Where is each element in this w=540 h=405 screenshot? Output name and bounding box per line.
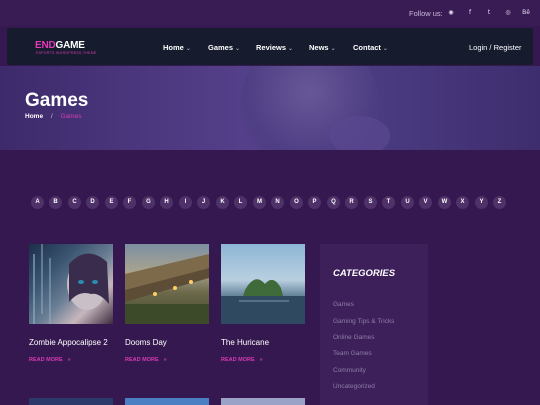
zombie-artwork bbox=[33, 244, 109, 324]
chevron-down-icon: ⌄ bbox=[382, 46, 388, 52]
letter-filter-r[interactable]: R bbox=[345, 196, 358, 209]
category-link[interactable]: Gaming Tips & Tricks bbox=[333, 318, 394, 325]
game-title[interactable]: Dooms Day bbox=[125, 338, 167, 347]
categories-title: CATEGORIES bbox=[333, 268, 396, 279]
breadcrumb-current: Games bbox=[60, 113, 82, 120]
category-link[interactable]: Community bbox=[333, 367, 366, 374]
letter-filter-n[interactable]: N bbox=[271, 196, 284, 209]
category-link[interactable]: Uncategorized bbox=[333, 383, 375, 390]
letter-filter-m[interactable]: M bbox=[253, 196, 266, 209]
page-title: Games bbox=[25, 90, 89, 111]
castle-artwork bbox=[125, 254, 209, 324]
read-more-link[interactable]: READ MORE» bbox=[29, 357, 71, 363]
island-artwork bbox=[221, 279, 305, 324]
login-register-link[interactable]: Login / Register bbox=[469, 43, 522, 52]
nav-home[interactable]: Home ⌄ bbox=[163, 43, 191, 52]
letter-filter-i[interactable]: I bbox=[179, 196, 192, 209]
facebook-icon[interactable]: f bbox=[465, 8, 475, 18]
game-thumbnail[interactable] bbox=[125, 398, 209, 405]
nav-games[interactable]: Games ⌄ bbox=[208, 43, 240, 52]
letter-filter-v[interactable]: V bbox=[419, 196, 432, 209]
game-thumbnail[interactable] bbox=[125, 244, 209, 324]
game-thumbnail[interactable] bbox=[221, 244, 305, 324]
follow-us-label: Follow us: bbox=[409, 9, 443, 18]
hero-background-art bbox=[330, 116, 390, 150]
game-title[interactable]: Zombie Appocalipse 2 bbox=[29, 338, 108, 347]
letter-filter-j[interactable]: J bbox=[197, 196, 210, 209]
chevron-down-icon: ⌄ bbox=[288, 46, 294, 52]
letter-filter-l[interactable]: L bbox=[234, 196, 247, 209]
category-link[interactable]: Team Games bbox=[333, 350, 372, 357]
game-thumbnail[interactable] bbox=[29, 398, 113, 405]
logo-tagline: ESPORTS WORDPRESS THEME bbox=[36, 51, 97, 55]
letter-filter-a[interactable]: A bbox=[31, 196, 44, 209]
letter-filter-b[interactable]: B bbox=[49, 196, 62, 209]
letter-filter-z[interactable]: Z bbox=[493, 196, 506, 209]
letter-filter-y[interactable]: Y bbox=[475, 196, 488, 209]
behance-icon[interactable]: Bē bbox=[521, 8, 531, 18]
breadcrumb-separator: / bbox=[50, 113, 53, 120]
read-more-link[interactable]: READ MORE» bbox=[221, 357, 263, 363]
twitter-icon[interactable]: t bbox=[484, 8, 494, 18]
instagram-icon[interactable]: ◎ bbox=[503, 8, 513, 18]
letter-filter-f[interactable]: F bbox=[123, 196, 136, 209]
nav-contact[interactable]: Contact ⌄ bbox=[353, 43, 388, 52]
category-link[interactable]: Games bbox=[333, 301, 354, 308]
game-thumbnail[interactable] bbox=[29, 244, 113, 324]
game-thumbnail[interactable] bbox=[221, 398, 305, 405]
double-chevron-right-icon: » bbox=[163, 357, 167, 363]
dribbble-icon[interactable]: ◉ bbox=[446, 8, 456, 18]
letter-filter-h[interactable]: H bbox=[160, 196, 173, 209]
letter-filter-k[interactable]: K bbox=[216, 196, 229, 209]
game-title[interactable]: The Huricane bbox=[221, 338, 269, 347]
breadcrumb-home[interactable]: Home bbox=[25, 113, 43, 120]
letter-filter-x[interactable]: X bbox=[456, 196, 469, 209]
page-hero: Games Home / Games bbox=[0, 66, 540, 150]
letter-filter-w[interactable]: W bbox=[438, 196, 451, 209]
letter-filter-g[interactable]: G bbox=[142, 196, 155, 209]
breadcrumb: Home / Games bbox=[25, 113, 81, 120]
letter-filter-o[interactable]: O bbox=[290, 196, 303, 209]
letter-filter-c[interactable]: C bbox=[68, 196, 81, 209]
top-bar: Follow us: ◉ f t ◎ Bē bbox=[0, 0, 540, 26]
chevron-down-icon: ⌄ bbox=[330, 46, 336, 52]
chevron-down-icon: ⌄ bbox=[185, 46, 191, 52]
letter-filter-q[interactable]: Q bbox=[327, 196, 340, 209]
site-logo[interactable]: ENDGAME bbox=[35, 40, 85, 51]
nav-reviews[interactable]: Reviews ⌄ bbox=[256, 43, 293, 52]
double-chevron-right-icon: » bbox=[259, 357, 263, 363]
main-navbar: ENDGAME ESPORTS WORDPRESS THEME Home ⌄ Ga… bbox=[7, 28, 533, 65]
letter-filter-d[interactable]: D bbox=[86, 196, 99, 209]
nav-news[interactable]: News ⌄ bbox=[309, 43, 336, 52]
read-more-link[interactable]: READ MORE» bbox=[125, 357, 167, 363]
category-link[interactable]: Online Games bbox=[333, 334, 375, 341]
letter-filter-e[interactable]: E bbox=[105, 196, 118, 209]
double-chevron-right-icon: » bbox=[67, 357, 71, 363]
letter-filter-u[interactable]: U bbox=[401, 196, 414, 209]
chevron-down-icon: ⌄ bbox=[235, 46, 241, 52]
letter-filter-s[interactable]: S bbox=[364, 196, 377, 209]
letter-filter-p[interactable]: P bbox=[308, 196, 321, 209]
letter-filter-t[interactable]: T bbox=[382, 196, 395, 209]
